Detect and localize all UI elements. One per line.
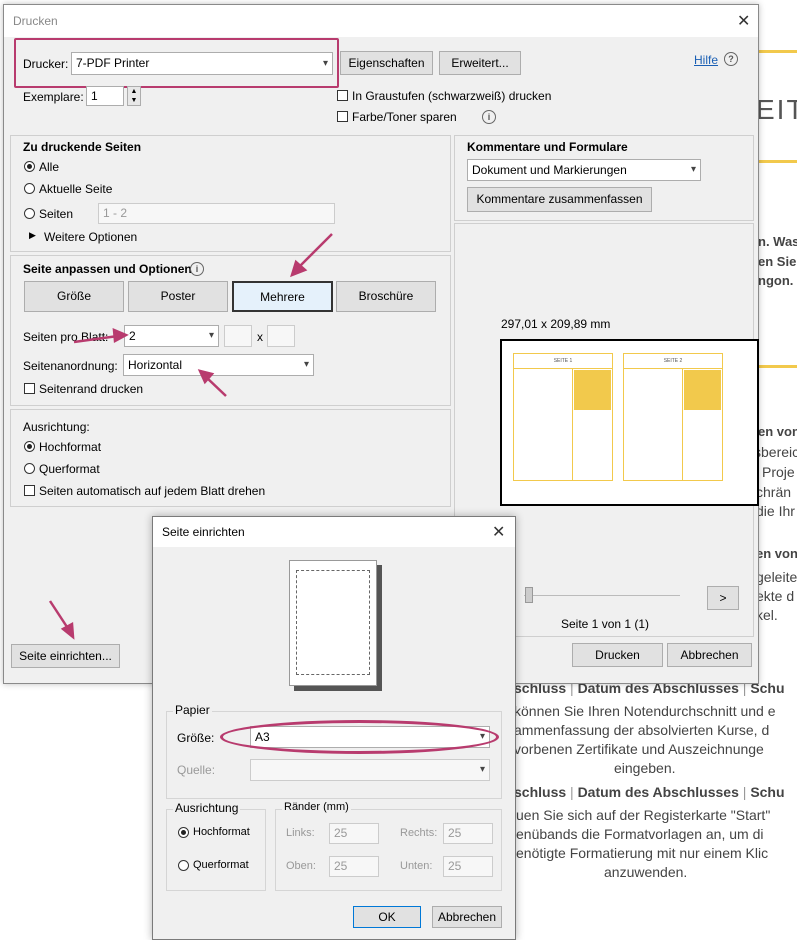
size-label: Größe:	[177, 731, 215, 745]
paper-group-label: Papier	[173, 703, 212, 717]
paper-source-select[interactable]: ▾	[250, 759, 490, 781]
arrow-to-page-order	[205, 376, 227, 397]
portrait-label: Hochformat	[193, 826, 250, 838]
chevron-down-icon: ▾	[479, 764, 485, 775]
left-margin-input[interactable]: 25	[329, 823, 379, 844]
margin-guide	[296, 570, 370, 675]
right-label: Rechts:	[400, 827, 438, 839]
arrow-to-pages-per-sheet	[73, 334, 119, 344]
orientation-group-label: Ausrichtung	[173, 801, 241, 815]
close-icon[interactable]: ✕	[492, 522, 505, 542]
arrowhead	[60, 621, 75, 640]
right-margin-input[interactable]: 25	[443, 823, 493, 844]
top-margin-input[interactable]: 25	[329, 856, 379, 877]
orientation-group	[166, 809, 266, 891]
arrowhead	[112, 328, 129, 344]
landscape-radio[interactable]	[178, 860, 189, 871]
page-setup-dialog: Seite einrichten ✕ Papier Größe: A3 ▾ Qu…	[152, 516, 516, 940]
landscape-label: Querformat	[193, 859, 249, 871]
sheet-preview	[289, 560, 377, 686]
ok-button[interactable]: OK	[353, 906, 421, 928]
cancel-button[interactable]: Abbrechen	[432, 906, 502, 928]
annotation-highlight	[220, 720, 499, 754]
arrow-to-page-setup	[48, 600, 71, 631]
bottom-margin-input[interactable]: 25	[443, 856, 493, 877]
bottom-label: Unten:	[400, 860, 433, 872]
source-label: Quelle:	[177, 763, 216, 777]
margins-group	[275, 809, 502, 891]
portrait-radio[interactable]	[178, 827, 189, 838]
margins-group-label: Ränder (mm)	[282, 801, 351, 813]
left-label: Links:	[286, 827, 315, 839]
arrow-to-multiple	[297, 233, 333, 269]
dialog-title: Seite einrichten	[162, 525, 245, 539]
top-label: Oben:	[286, 860, 316, 872]
setup-dialog-titlebar: Seite einrichten ✕	[153, 517, 515, 547]
